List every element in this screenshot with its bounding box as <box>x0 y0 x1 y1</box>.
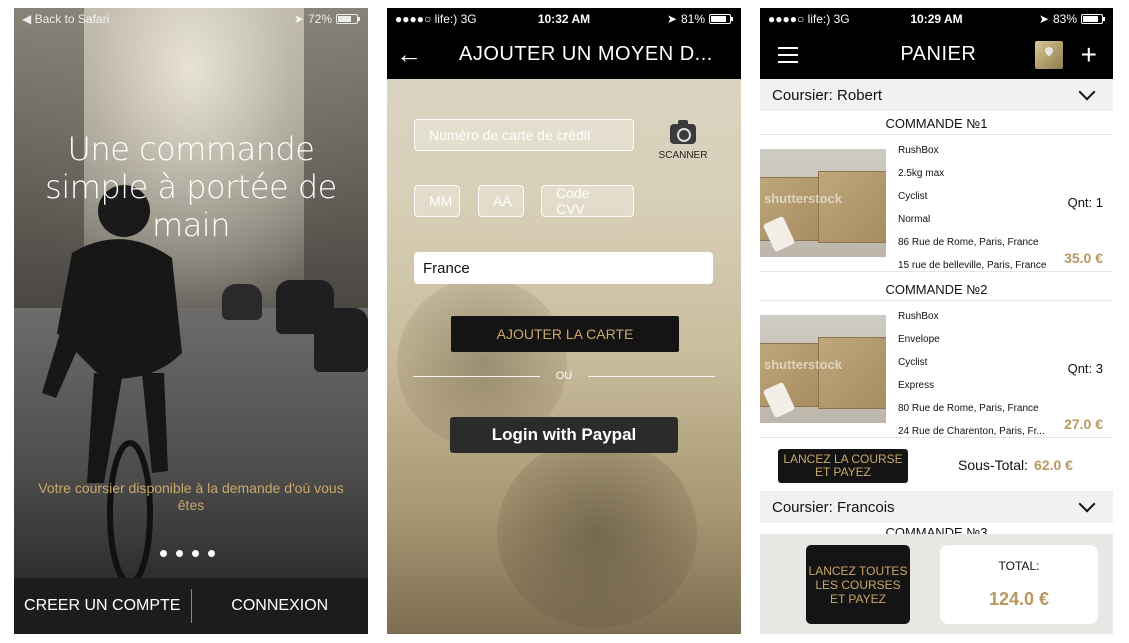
launch-all-button[interactable]: LANCEZ TOUTES LES COURSES ET PAYEZ <box>806 545 910 624</box>
battery-percent: 83% <box>1052 12 1077 26</box>
battery-percent: 81% <box>680 12 705 26</box>
package-format: Envelope <box>898 334 940 345</box>
menu-icon[interactable] <box>760 46 816 63</box>
page-title: PANIER <box>900 43 977 65</box>
order-price: 35.0 € <box>1064 250 1103 266</box>
add-icon[interactable]: + <box>1081 39 1097 71</box>
country-select[interactable]: France <box>414 252 713 284</box>
total-value: 124.0 € <box>988 589 1050 609</box>
or-label: OU <box>555 370 573 382</box>
back-arrow-icon[interactable]: ← <box>387 39 431 70</box>
status-bar: ●●●●○ life:) 3G 10:29 AM ➤ 83% <box>760 8 1113 30</box>
battery-icon <box>709 14 733 24</box>
onboarding-screen: ◀ Back to Safari ➤ 72% Une commande simp… <box>14 8 368 634</box>
order-price: 27.0 € <box>1064 416 1103 432</box>
page-dot[interactable] <box>160 550 167 557</box>
order-quantity: Qnt: 3 <box>1067 361 1103 376</box>
expiry-month-input[interactable]: MM <box>414 185 460 217</box>
status-bar: ◀ Back to Safari ➤ 72% <box>14 8 368 30</box>
order-quantity: Qnt: 1 <box>1067 195 1103 210</box>
location-icon: ➤ <box>293 12 304 26</box>
package-photo: shutterstock <box>760 315 886 423</box>
package-photo: shutterstock <box>760 149 886 257</box>
page-dot[interactable] <box>208 550 215 557</box>
order-title: COMMANDE №2 <box>885 282 988 297</box>
cvv-input[interactable]: Code CVV <box>541 185 634 217</box>
watermark: shutterstock <box>764 191 843 206</box>
expiry-year-input[interactable]: AA <box>478 185 524 217</box>
subtotal: Sous-Total: 62.0 € <box>958 457 1073 473</box>
package-type: RushBox <box>898 311 939 322</box>
onboarding-headline: Une commande simple à portée de main <box>45 130 337 244</box>
total-card: TOTAL: 124.0 € <box>940 545 1098 624</box>
package-box <box>818 337 886 409</box>
create-account-button[interactable]: CREER UN COMPTE <box>14 597 191 615</box>
page-title: AJOUTER UN MOYEN D... <box>459 43 713 65</box>
page-dot[interactable] <box>192 550 199 557</box>
pickup-address: 86 Rue de Rome, Paris, France <box>898 237 1039 248</box>
paypal-login-button[interactable]: Login with Paypal <box>450 417 678 453</box>
subtotal-value: 62.0 € <box>1034 457 1073 473</box>
package-type: RushBox <box>898 145 939 156</box>
divider-line <box>413 375 540 377</box>
order-details: RushBox Envelope Cyclist Express 80 Rue … <box>898 305 1045 443</box>
package-weight: 2.5kg max <box>898 168 945 179</box>
subtotal-label: Sous-Total: <box>958 457 1029 473</box>
dropoff-address: 24 Rue de Charenton, Paris, Fr... <box>898 426 1045 437</box>
delivery-speed: Normal <box>898 214 931 225</box>
chevron-down-icon[interactable] <box>1078 83 1096 101</box>
map-icon[interactable] <box>1034 40 1063 69</box>
add-card-button[interactable]: AJOUTER LA CARTE <box>451 316 679 352</box>
pickup-address: 80 Rue de Rome, Paris, France <box>898 403 1039 414</box>
battery-percent: 72% <box>307 12 332 26</box>
scanner-button[interactable]: SCANNER <box>657 120 709 161</box>
battery-icon <box>1081 14 1105 24</box>
dropoff-address: 15 rue de belleville, Paris, France <box>898 260 1047 271</box>
page-dot[interactable] <box>176 550 183 557</box>
order-title: COMMANDE №1 <box>885 116 988 131</box>
chevron-down-icon[interactable] <box>1078 495 1096 513</box>
cart-screen: ●●●●○ life:) 3G 10:29 AM ➤ 83% PANIER + … <box>760 8 1113 634</box>
courier-name: Coursier: Francois <box>772 498 895 516</box>
watermark: shutterstock <box>764 357 843 372</box>
nav-bar: ← AJOUTER UN MOYEN D... <box>387 30 741 79</box>
scanner-label: SCANNER <box>658 150 708 161</box>
battery-icon <box>336 14 360 24</box>
back-to-safari-link[interactable]: ◀ Back to Safari <box>22 12 109 26</box>
page-indicator[interactable] <box>160 550 215 557</box>
auth-bar: CREER UN COMPTE CONNEXION <box>14 578 368 634</box>
order-card[interactable]: shutterstock RushBox 2.5kg max Cyclist N… <box>760 134 1113 272</box>
order-details: RushBox 2.5kg max Cyclist Normal 86 Rue … <box>898 139 1046 277</box>
or-divider: OU <box>413 370 715 382</box>
nav-bar: PANIER + <box>760 30 1113 79</box>
transport-mode: Cyclist <box>898 357 928 368</box>
transport-mode: Cyclist <box>898 191 928 202</box>
checkout-footer: LANCEZ TOUTES LES COURSES ET PAYEZ TOTAL… <box>760 534 1113 634</box>
total-label: TOTAL: <box>998 559 1040 573</box>
onboarding-tagline: Votre coursier disponible à la demande d… <box>38 480 344 513</box>
launch-and-pay-button[interactable]: LANCEZ LA COURSE ET PAYEZ <box>778 449 908 483</box>
courier-name: Coursier: Robert <box>772 86 883 104</box>
status-bar: ●●●●○ life:) 3G 10:32 AM ➤ 81% <box>387 8 741 30</box>
divider-line <box>588 375 715 377</box>
location-icon: ➤ <box>666 12 677 26</box>
location-icon: ➤ <box>1038 12 1049 26</box>
card-number-input[interactable]: Numéro de carte de crédit <box>414 119 634 151</box>
courier-header[interactable]: Coursier: Francois <box>760 491 1113 523</box>
package-box <box>818 171 886 243</box>
order-card[interactable]: shutterstock RushBox Envelope Cyclist Ex… <box>760 300 1113 438</box>
login-button[interactable]: CONNEXION <box>192 597 369 615</box>
background-car <box>222 284 262 320</box>
courier-header[interactable]: Coursier: Robert <box>760 79 1113 111</box>
background-car <box>314 308 368 372</box>
delivery-speed: Express <box>898 380 935 391</box>
background-blur <box>497 438 697 628</box>
add-payment-screen: ●●●●○ life:) 3G 10:32 AM ➤ 81% ← AJOUTER… <box>387 8 741 634</box>
camera-icon <box>670 120 696 144</box>
